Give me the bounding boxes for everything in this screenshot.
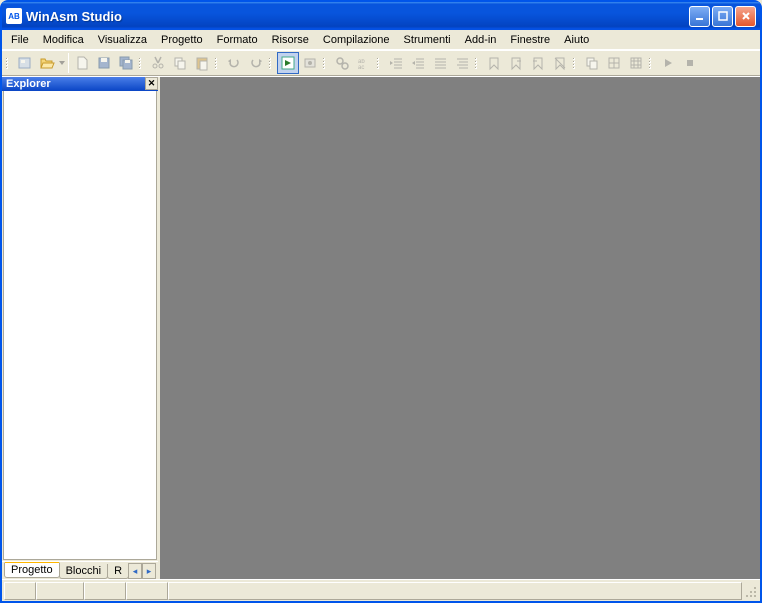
cut-button[interactable] [147, 52, 169, 74]
minimize-button[interactable] [689, 6, 710, 27]
toolbar-grip-3[interactable] [215, 53, 221, 73]
uncomment-button[interactable] [451, 52, 473, 74]
tab-r[interactable]: R [107, 564, 129, 579]
tab-scroll-right[interactable]: ▸ [142, 563, 156, 579]
new-project-button[interactable] [14, 52, 36, 74]
menu-formato[interactable]: Formato [210, 32, 265, 48]
app-icon: AB [6, 8, 22, 24]
toolbar-grip-6[interactable] [377, 53, 383, 73]
menu-visualizza[interactable]: Visualizza [91, 32, 154, 48]
paste-button[interactable] [191, 52, 213, 74]
stop-button[interactable] [679, 52, 701, 74]
find-button[interactable] [331, 52, 353, 74]
new-file-button[interactable] [71, 52, 93, 74]
status-cell-4 [126, 582, 168, 600]
menu-progetto[interactable]: Progetto [154, 32, 210, 48]
menubar: File Modifica Visualizza Progetto Format… [2, 30, 760, 50]
explorer-header[interactable]: Explorer ✕ [2, 77, 158, 91]
save-all-button[interactable] [115, 52, 137, 74]
status-cell-2 [36, 582, 84, 600]
tab-blocchi[interactable]: Blocchi [59, 564, 108, 579]
menu-addin[interactable]: Add-in [458, 32, 504, 48]
workarea: Explorer ✕ Progetto Blocchi R ◂ ▸ [2, 76, 760, 579]
redo-button[interactable] [245, 52, 267, 74]
status-cell-main [168, 582, 742, 600]
bookmark-next-button[interactable] [505, 52, 527, 74]
assemble-button[interactable] [299, 52, 321, 74]
titlebar[interactable]: AB WinAsm Studio [2, 2, 760, 30]
close-button[interactable] [735, 6, 756, 27]
toolbar-grip-4[interactable] [269, 53, 275, 73]
resource-copy-button[interactable] [581, 52, 603, 74]
explorer-close-button[interactable]: ✕ [145, 77, 158, 90]
menu-strumenti[interactable]: Strumenti [397, 32, 458, 48]
go-button[interactable] [277, 52, 299, 74]
toolbar-grip-7[interactable] [475, 53, 481, 73]
tab-progetto[interactable]: Progetto [4, 562, 60, 578]
toolbar-grip-2[interactable] [139, 53, 145, 73]
bookmark-prev-button[interactable] [527, 52, 549, 74]
explorer-tabs: Progetto Blocchi R ◂ ▸ [2, 561, 158, 579]
open-button[interactable] [36, 52, 58, 74]
open-dropdown-arrow[interactable] [58, 61, 66, 65]
toolbar-grip-8[interactable] [573, 53, 579, 73]
explorer-title: Explorer [6, 78, 51, 90]
resource-grid2-button[interactable] [625, 52, 647, 74]
menu-compilazione[interactable]: Compilazione [316, 32, 397, 48]
explorer-tree[interactable] [3, 91, 157, 560]
save-button[interactable] [93, 52, 115, 74]
statusbar [2, 579, 760, 601]
resize-grip[interactable] [742, 583, 758, 599]
copy-button[interactable] [169, 52, 191, 74]
bookmark-clear-button[interactable] [549, 52, 571, 74]
window-title: WinAsm Studio [26, 9, 689, 24]
run-button[interactable] [657, 52, 679, 74]
toolbar-grip-5[interactable] [323, 53, 329, 73]
toolbar-grip[interactable] [6, 53, 12, 73]
bookmark-toggle-button[interactable] [483, 52, 505, 74]
mdi-client-area [160, 77, 760, 579]
explorer-panel: Explorer ✕ Progetto Blocchi R ◂ ▸ [2, 77, 160, 579]
toolbar: abac [2, 50, 760, 76]
status-cell-3 [84, 582, 126, 600]
maximize-button[interactable] [712, 6, 733, 27]
outdent-button[interactable] [385, 52, 407, 74]
comment-button[interactable] [429, 52, 451, 74]
undo-button[interactable] [223, 52, 245, 74]
menu-risorse[interactable]: Risorse [265, 32, 316, 48]
menu-file[interactable]: File [4, 32, 36, 48]
resource-grid-button[interactable] [603, 52, 625, 74]
indent-button[interactable] [407, 52, 429, 74]
status-cell-1 [4, 582, 36, 600]
replace-button[interactable]: abac [353, 52, 375, 74]
svg-text:ac: ac [358, 65, 364, 71]
menu-modifica[interactable]: Modifica [36, 32, 91, 48]
toolbar-grip-9[interactable] [649, 53, 655, 73]
tab-scroll-left[interactable]: ◂ [128, 563, 142, 579]
menu-finestre[interactable]: Finestre [503, 32, 557, 48]
menu-aiuto[interactable]: Aiuto [557, 32, 596, 48]
